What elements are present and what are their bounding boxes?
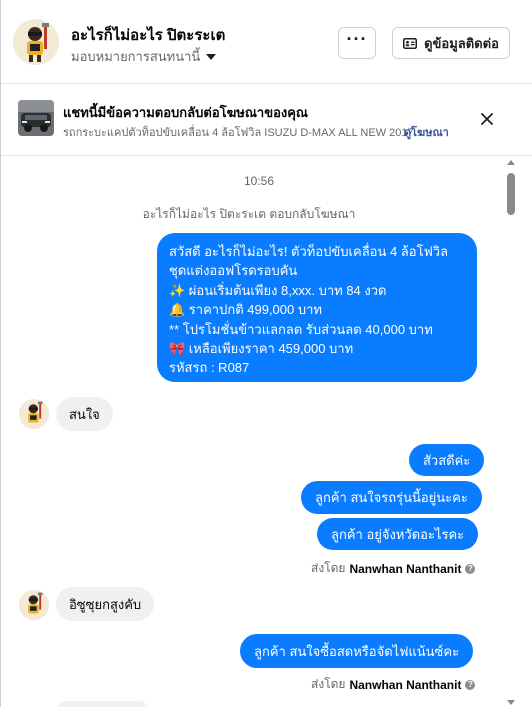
sender-avatar[interactable] xyxy=(19,590,49,620)
scroll-up-arrow-icon[interactable] xyxy=(507,160,515,165)
outgoing-message-bubble[interactable]: ลูกค้า สนใจรถรุ่นนี้อยู่นะคะ xyxy=(301,481,482,514)
view-contact-info-button[interactable]: ดูข้อมูลติดต่อ xyxy=(392,27,510,59)
sender-avatar[interactable] xyxy=(19,399,49,429)
outgoing-message-bubble[interactable]: ลูกค้า สนใจซื้อสดหรือจัดไฟแน้นซ์คะ xyxy=(240,634,474,668)
incoming-message-bubble[interactable]: อิซูซุยกสูงคับ xyxy=(56,587,155,621)
sent-by-line: ส่งโดย Nanwhan Nanthanit ? xyxy=(311,559,476,578)
assign-conversation-dropdown[interactable]: มอบหมายการสนทนานี้ xyxy=(71,46,217,67)
incoming-message-bubble[interactable]: สนใจ xyxy=(56,397,113,431)
view-ad-link[interactable]: ดูโฆษณา xyxy=(404,123,449,141)
cartoon-avatar-icon xyxy=(19,590,49,620)
close-ad-banner-button[interactable] xyxy=(478,110,496,128)
caret-down-icon xyxy=(206,53,217,60)
contact-card-icon xyxy=(403,37,418,49)
ad-banner-title: แชทนี้มีข้อความตอบกลับต่อโฆษณาของคุณ xyxy=(63,105,308,120)
sent-by-name: Nanwhan Nanthanit xyxy=(349,561,462,576)
scroll-down-arrow-icon[interactable] xyxy=(507,700,515,705)
ad-message-line: ✨ ผ่อนเริ่มต้นเพียง 8,xxx. บาท 84 งวด xyxy=(169,282,387,298)
outgoing-message-bubble[interactable]: สัวสดีค่ะ xyxy=(409,444,485,476)
ad-message-line: 🔔 ราคาปกติ 499,000 บาท xyxy=(169,302,322,318)
cartoon-avatar-icon xyxy=(13,19,59,65)
messenger-chat-window: อะไรก็ไม่อะไร ปิตะระเต มอบหมายการสนทนานี… xyxy=(0,0,532,707)
contact-avatar[interactable] xyxy=(13,19,59,65)
message-timestamp: 10:56 xyxy=(243,174,275,188)
message-text: ลูกค้า สนใจซื้อสดหรือจัดไฟแน้นซ์คะ xyxy=(254,643,460,659)
outgoing-message-bubble[interactable]: ลูกค้า อยู่จังหวัดอะไรคะ xyxy=(317,518,479,550)
pickup-truck-image xyxy=(18,100,54,136)
sent-by-prefix: ส่งโดย xyxy=(311,677,346,691)
contact-name: อะไรก็ไม่อะไร ปิตะระเต xyxy=(71,27,226,44)
cartoon-avatar-icon xyxy=(19,399,49,429)
ad-banner-description: รถกระบะแคปตัวท็อปขับเคลื่อน 4 ล้อโฟวิล I… xyxy=(63,127,423,139)
message-text: ลูกค้า สนใจรถรุ่นนี้อยู่นะคะ xyxy=(315,490,468,505)
message-text: อิซูซุยกสูงคับ xyxy=(69,596,142,612)
message-text: ลูกค้า อยู่จังหวัดอะไรคะ xyxy=(331,526,465,542)
view-contact-info-label: ดูข้อมูลติดต่อ xyxy=(424,35,499,51)
info-icon[interactable]: ? xyxy=(465,679,476,690)
sent-by-prefix: ส่งโดย xyxy=(311,561,346,575)
incoming-message-bubble[interactable] xyxy=(57,701,149,707)
ad-reply-system-note: อะไรก็ไม่อะไร ปิตะระเต ตอบกลับโฆษณา xyxy=(142,207,356,221)
close-icon xyxy=(481,113,493,125)
ad-thumbnail[interactable] xyxy=(18,100,54,136)
ad-message-line: สวัสดี อะไรก็ไม่อะไร! ตัวท็อปขับเคลื่อน … xyxy=(169,244,449,259)
info-icon[interactable]: ? xyxy=(465,563,476,574)
message-text: สนใจ xyxy=(69,406,100,422)
sent-by-name: Nanwhan Nanthanit xyxy=(349,677,462,692)
ad-message-line: 🎀 เหลือเพียงราคา 459,000 บาท xyxy=(169,340,354,356)
message-text: สัวสดีค่ะ xyxy=(423,452,471,468)
assign-conversation-label: มอบหมายการสนทนานี้ xyxy=(71,49,201,64)
ad-message-line: รหัสรถ : R087 xyxy=(169,360,250,376)
more-options-icon: ··· xyxy=(346,29,368,49)
ad-message-line: ชุดแต่งออฟโรดรอบคัน xyxy=(169,263,298,279)
scrollbar-thumb[interactable] xyxy=(507,173,515,215)
chat-scrollbar[interactable] xyxy=(506,157,518,707)
sent-by-line: ส่งโดย Nanwhan Nanthanit ? xyxy=(311,675,476,694)
ad-message-line: ** โปรโมชั่นข้าวแลกลด รับส่วนลด 40,000 บ… xyxy=(169,321,433,337)
ad-message-bubble[interactable]: สวัสดี อะไรก็ไม่อะไร! ตัวท็อปขับเคลื่อน … xyxy=(157,233,477,382)
more-options-button[interactable]: ··· xyxy=(338,27,376,59)
